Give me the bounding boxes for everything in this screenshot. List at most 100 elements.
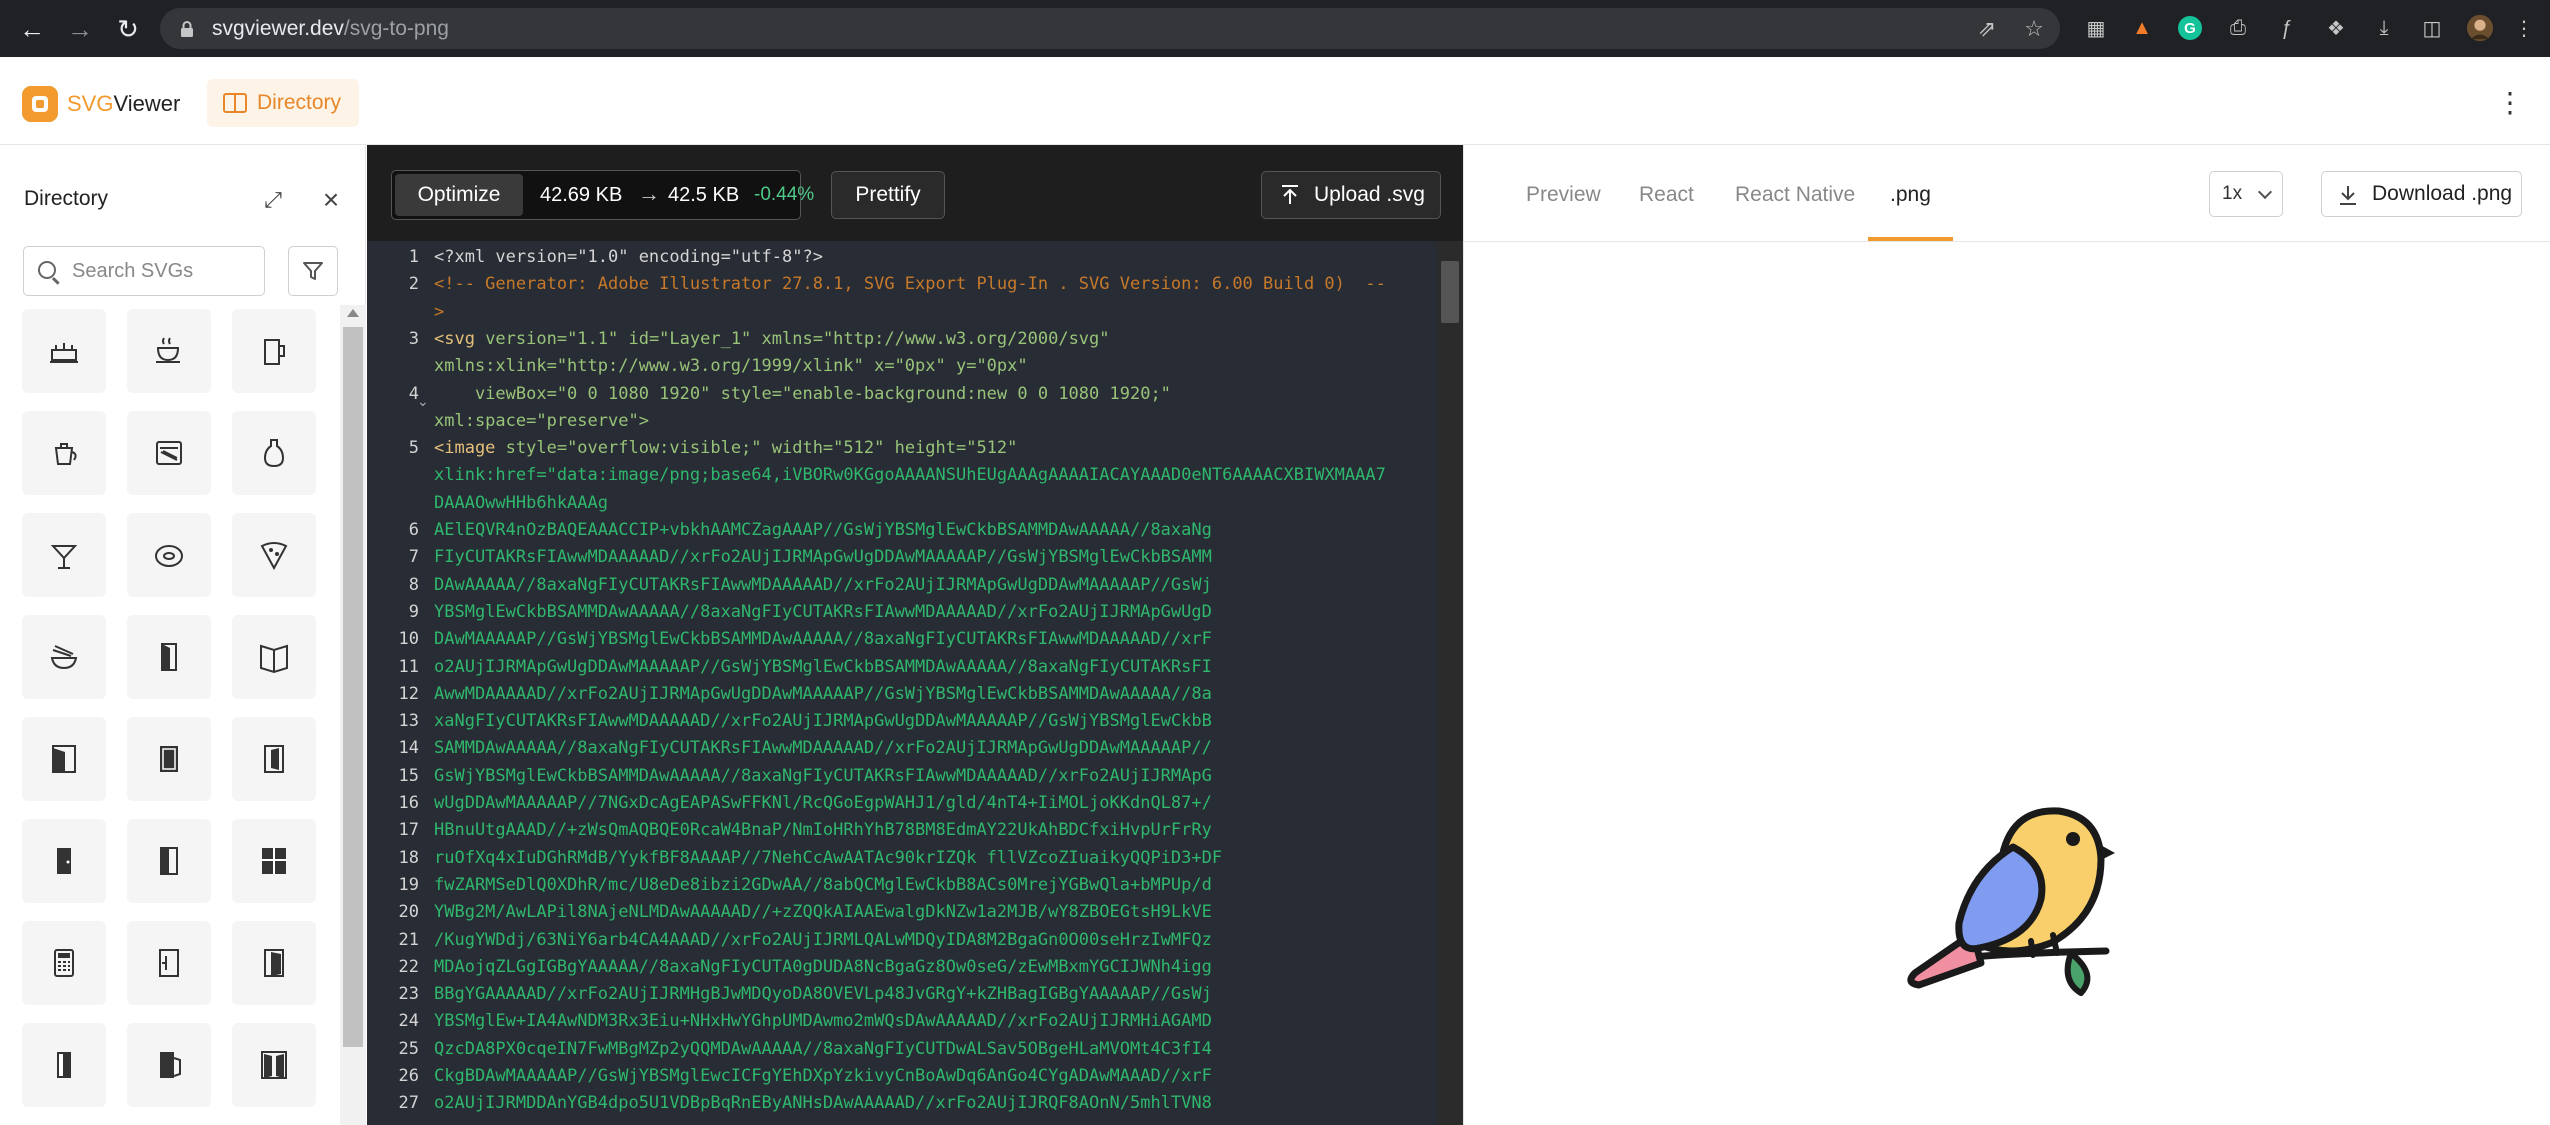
svg-tile-door-half[interactable]: [127, 819, 211, 903]
tab-react-native[interactable]: React Native: [1735, 183, 1855, 207]
scale-select[interactable]: 1x: [2209, 171, 2283, 217]
fold-chevron-icon[interactable]: ⌄: [417, 393, 429, 410]
directory-button[interactable]: Directory: [207, 79, 359, 127]
arrow-right-icon: →: [638, 181, 660, 206]
tab-png[interactable]: .png: [1890, 183, 1931, 207]
code-line: MDAojqZLGgIGBgYAAAAA//8axaNgFIyCUTA0gDUD…: [434, 956, 1212, 977]
download-icon[interactable]: ⤓: [2370, 14, 2398, 42]
svg-tile-door-ajar[interactable]: [232, 717, 316, 801]
upload-svg-button[interactable]: Upload .svg: [1261, 171, 1441, 219]
filter-icon: [303, 262, 323, 280]
address-bar[interactable]: svgviewer.dev/svg-to-png ⇗ ☆: [160, 8, 2060, 49]
share-icon[interactable]: ⇗: [1975, 16, 1999, 41]
svg-tile-door-double[interactable]: [232, 1023, 316, 1107]
more-menu-icon[interactable]: ⋮: [2496, 85, 2524, 119]
line-number: 25: [398, 1038, 419, 1059]
svg-tile-coffee-cup[interactable]: [127, 309, 211, 393]
svg-tile-calculator[interactable]: [22, 921, 106, 1005]
extension-fox-icon[interactable]: ▲: [2128, 14, 2156, 42]
door-dark-icon: [57, 848, 71, 874]
code-area[interactable]: 1 <?xml version="1.0" encoding="utf-8"?> 2…: [367, 241, 1463, 1125]
door-ajar-icon: [264, 745, 284, 773]
svgviewer-logo[interactable]: SVGViewer: [22, 86, 180, 122]
extension-image-icon[interactable]: ▦: [2082, 14, 2110, 42]
upload-icon: [1282, 185, 1298, 204]
grammarly-icon[interactable]: G: [2176, 14, 2204, 42]
line-number: 24: [398, 1011, 419, 1032]
reload-icon[interactable]: ↻: [111, 12, 145, 46]
svg-tile-door-open[interactable]: [127, 615, 211, 699]
prettify-button[interactable]: Prettify: [831, 171, 945, 219]
printer-icon[interactable]: ⎙: [2224, 14, 2252, 42]
profile-avatar[interactable]: [2466, 14, 2494, 42]
tab-preview[interactable]: Preview: [1526, 183, 1601, 207]
bookmark-star-icon[interactable]: ☆: [2022, 16, 2046, 41]
svg-tile-pizza-slice[interactable]: [232, 513, 316, 597]
extensions-puzzle-icon[interactable]: ❖: [2322, 14, 2350, 42]
book-icon: [223, 93, 247, 113]
line-number: 6: [408, 520, 419, 540]
directory-sidebar: Directory ⤢ ×: [0, 145, 366, 1125]
upload-label: Upload .svg: [1314, 183, 1425, 206]
line-number: 19: [398, 874, 419, 895]
search-box: [23, 246, 265, 296]
code-line: AElEQVR4nOzBAQEAAACCIP+vbkhAAMCZagAAAP//…: [434, 520, 1212, 540]
search-input[interactable]: [72, 259, 257, 283]
svg-tile-door-exit[interactable]: [127, 921, 211, 1005]
code-line: ruOfXq4xIuDGhRMdB/YykfBF8AAAAP//7NehCcAw…: [434, 847, 1223, 868]
download-png-button[interactable]: Download .png: [2321, 171, 2522, 217]
line-number: 27: [398, 1093, 419, 1114]
filter-button[interactable]: [288, 246, 338, 296]
svg-tile-cake[interactable]: [22, 309, 106, 393]
svg-tile-door-left[interactable]: [22, 1023, 106, 1107]
svg-tile-bottle[interactable]: [232, 411, 316, 495]
svg-tile-door-closed[interactable]: [127, 717, 211, 801]
scroll-up-icon[interactable]: [347, 309, 359, 317]
code-line: <svg version="1.1" id="Layer_1" xmlns="h…: [434, 328, 1110, 349]
expand-icon[interactable]: ⤢: [258, 185, 288, 215]
preview-tabs: Preview React React Native .png 1x Downl…: [1464, 145, 2550, 242]
code-line: xaNgFIyCUTAKRsFIAwwMDAAAAAD//xrFo2AUjIJR…: [434, 711, 1212, 732]
optimize-button[interactable]: Optimize: [395, 174, 523, 216]
svg-tile-door[interactable]: [22, 717, 106, 801]
svg-tile-door-dark[interactable]: [22, 819, 106, 903]
code-line: DAwMAAAAAP//GsWjYBSMglEwCkbBSAMMDAwAAAAA…: [434, 629, 1212, 650]
code-line: wUgDDAwMAAAAAP//7NGxDcAgEAPASwFFKNl/RcQG…: [434, 793, 1212, 813]
code-line: >: [434, 301, 445, 322]
bottle-icon: [263, 439, 285, 468]
editor-scrollbar-thumb[interactable]: [1441, 261, 1459, 323]
line-number: 8: [408, 574, 419, 595]
svg-tile-beer-mug[interactable]: [232, 309, 316, 393]
line-number: 21: [398, 929, 419, 950]
coffee-cup-icon: [156, 337, 180, 363]
tab-react[interactable]: React: [1639, 183, 1694, 207]
svg-tile-chopsticks-bowl[interactable]: [22, 615, 106, 699]
editor-scrollbar[interactable]: [1437, 241, 1463, 1125]
line-number: 22: [398, 956, 419, 977]
browser-menu-icon[interactable]: ⋮: [2510, 14, 2538, 42]
formula-icon[interactable]: ƒ: [2272, 14, 2300, 42]
line-number: 17: [398, 820, 419, 841]
scrollbar-thumb[interactable]: [343, 327, 363, 1047]
svg-text:G: G: [2184, 20, 2196, 37]
code-line: DAwAAAAA//8axaNgFIyCUTAKRsFIAwwMDAAAAAD/…: [434, 574, 1212, 595]
sidebar-scrollbar[interactable]: [340, 305, 366, 1125]
directory-button-label: Directory: [257, 91, 342, 114]
svg-tile-door-right[interactable]: [232, 921, 316, 1005]
svg-tile-door-swing[interactable]: [127, 1023, 211, 1107]
svg-tile-cocktail[interactable]: [22, 513, 106, 597]
svg-tile-donut[interactable]: [127, 513, 211, 597]
download-icon: [2340, 186, 2356, 205]
lock-icon: [181, 21, 193, 37]
back-arrow-icon[interactable]: ←: [15, 12, 49, 46]
app-header: SVGViewer Directory ⋮: [0, 57, 2550, 145]
svg-tile-window[interactable]: [232, 819, 316, 903]
svg-tile-oven[interactable]: [127, 411, 211, 495]
svg-tile-book-open[interactable]: [232, 615, 316, 699]
size-change: -0.44%: [754, 184, 815, 205]
side-panel-icon[interactable]: ◫: [2418, 14, 2446, 42]
line-number: 26: [398, 1066, 419, 1086]
close-icon[interactable]: ×: [316, 184, 346, 215]
forward-arrow-icon[interactable]: →: [63, 12, 97, 46]
svg-tile-teapot[interactable]: [22, 411, 106, 495]
